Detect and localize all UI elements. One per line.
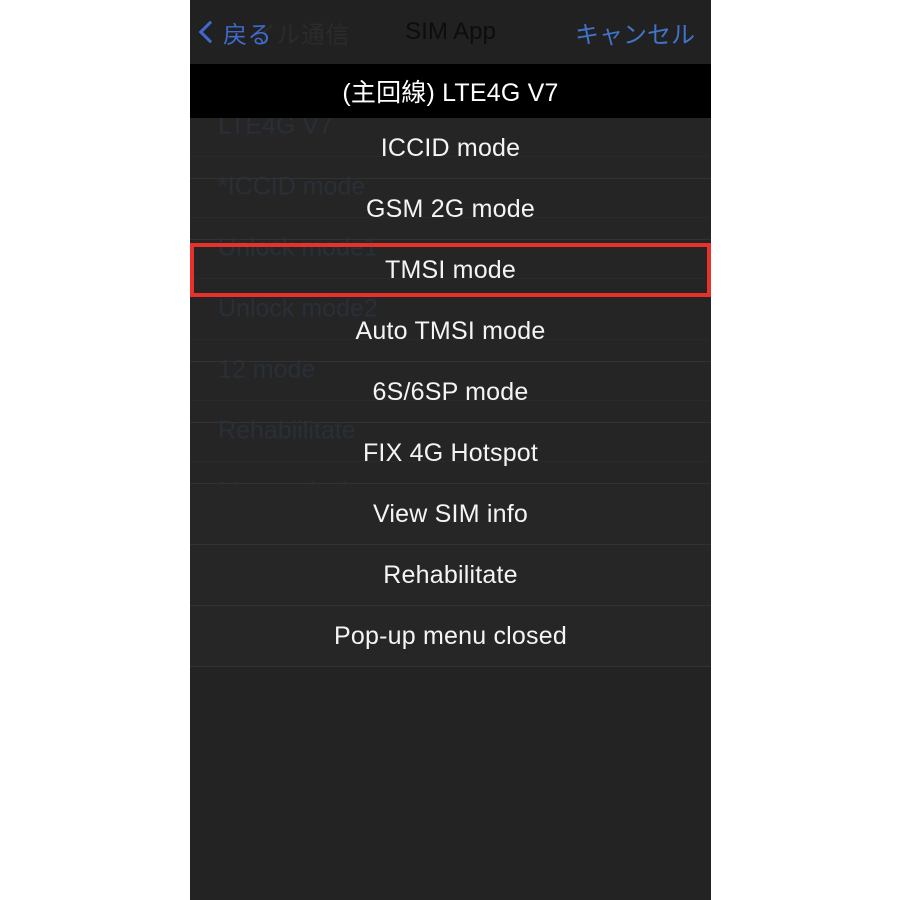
phone-screen: LTE4G V7 *ICCID mode Unlock mode1 Unlock… [190,0,711,900]
popup-menu-item-tmsi-mode[interactable]: TMSI mode [190,240,711,301]
popup-menu-item-rehabilitate[interactable]: Rehabilitate [190,545,711,606]
popup-menu-item-label: Rehabilitate [383,560,518,589]
popup-menu-item-view-sim-info[interactable]: View SIM info [190,484,711,545]
chevron-left-icon [198,20,222,43]
popup-menu-item-fix-4g-hotspot[interactable]: FIX 4G Hotspot [190,423,711,484]
popup-menu: (主回線) LTE4G V7 ICCID mode GSM 2G mode TM… [190,64,711,900]
popup-menu-item-label: TMSI mode [385,255,516,284]
popup-menu-item-label: GSM 2G mode [366,194,535,223]
popup-menu-item-iccid-mode[interactable]: ICCID mode [190,118,711,179]
popup-menu-item-pop-up-menu-closed[interactable]: Pop-up menu closed [190,606,711,667]
popup-menu-item-6s-6sp-mode[interactable]: 6S/6SP mode [190,362,711,423]
back-button-label: 戻る [223,21,272,49]
popup-menu-item-label: FIX 4G Hotspot [362,438,539,467]
popup-menu-item-label: View SIM info [373,499,528,528]
popup-menu-item-label: ICCID mode [380,133,521,162]
popup-menu-item-label: Pop-up menu closed [334,621,567,650]
popup-menu-item-gsm-2g-mode[interactable]: GSM 2G mode [190,179,711,240]
popup-menu-tail [190,667,711,900]
back-button[interactable]: 戻る [198,0,276,64]
navigation-bar: イル通信 SIM App 戻る キャンセル [190,0,711,64]
popup-menu-item-auto-tmsi-mode[interactable]: Auto TMSI mode [190,301,711,362]
popup-menu-item-label: Auto TMSI mode [355,316,546,345]
popup-menu-header: (主回線) LTE4G V7 [190,64,711,118]
popup-menu-item-label: 6S/6SP mode [372,377,529,406]
cancel-button[interactable]: キャンセル [569,0,701,64]
popup-menu-list: ICCID mode GSM 2G mode TMSI mode Auto TM… [190,118,711,667]
